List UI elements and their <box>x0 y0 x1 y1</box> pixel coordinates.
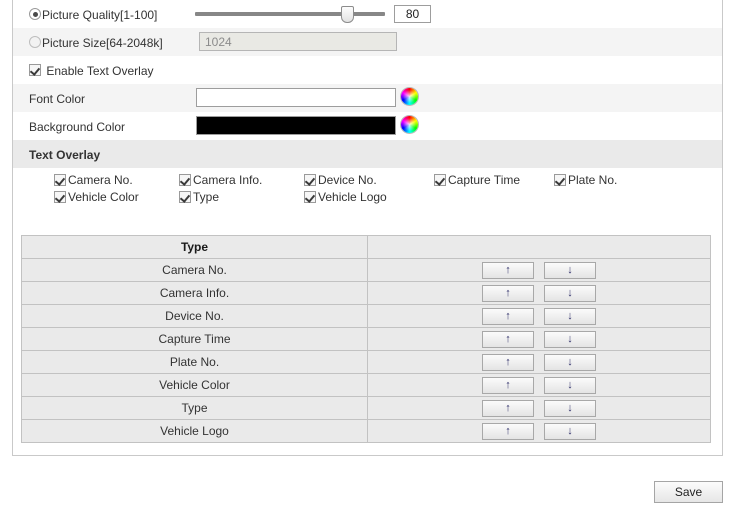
background-color-row: Background Color <box>13 112 722 140</box>
table-row: Capture Time ↑ ↓ <box>21 327 711 351</box>
move-up-button[interactable]: ↑ <box>482 353 534 371</box>
move-up-button[interactable]: ↑ <box>482 307 534 325</box>
slider-thumb[interactable] <box>341 6 354 23</box>
overlay-checkbox-item[interactable]: Vehicle Color <box>54 190 139 204</box>
table-cell-actions: ↑ ↓ <box>367 304 711 328</box>
save-button[interactable]: Save <box>654 481 723 503</box>
move-down-button[interactable]: ↓ <box>544 399 596 417</box>
table-header-type: Type <box>21 235 368 259</box>
table-cell-type: Plate No. <box>21 350 368 374</box>
background-color-label: Background Color <box>29 119 126 134</box>
table-cell-actions: ↑ ↓ <box>367 327 711 351</box>
picture-quality-value-input[interactable]: 80 <box>394 5 431 23</box>
picture-size-row: Picture Size[64-2048k] 1024 <box>13 28 722 56</box>
picture-overlay-settings-page: Picture Quality[1-100] 80 Picture Size[6… <box>0 0 736 507</box>
color-wheel-icon[interactable] <box>401 88 418 105</box>
table-row: Vehicle Color ↑ ↓ <box>21 373 711 397</box>
text-overlay-section-title: Text Overlay <box>29 147 101 162</box>
table-header-row: Type <box>21 235 711 259</box>
table-cell-actions: ↑ ↓ <box>367 396 711 420</box>
table-cell-type: Camera Info. <box>21 281 368 305</box>
overlay-checkbox-item[interactable]: Camera Info. <box>179 173 262 187</box>
move-down-button[interactable]: ↓ <box>544 284 596 302</box>
table-cell-type: Vehicle Color <box>21 373 368 397</box>
overlay-checkbox-label: Capture Time <box>448 173 521 187</box>
color-wheel-icon[interactable] <box>401 116 418 133</box>
move-up-button[interactable]: ↑ <box>482 399 534 417</box>
move-up-button[interactable]: ↑ <box>482 376 534 394</box>
table-cell-type: Camera No. <box>21 258 368 282</box>
move-down-button[interactable]: ↓ <box>544 261 596 279</box>
table-cell-actions: ↑ ↓ <box>367 373 711 397</box>
overlay-checkbox[interactable] <box>304 174 316 186</box>
text-overlay-section-header: Text Overlay <box>13 140 722 168</box>
table-row: Device No. ↑ ↓ <box>21 304 711 328</box>
enable-text-overlay-row: Enable Text Overlay <box>13 56 722 84</box>
picture-size-radio[interactable] <box>29 36 41 48</box>
overlay-checkbox[interactable] <box>434 174 446 186</box>
picture-quality-label: Picture Quality[1-100] <box>42 7 158 22</box>
overlay-checkbox[interactable] <box>54 174 66 186</box>
overlay-checkbox-item[interactable]: Vehicle Logo <box>304 190 387 204</box>
table-cell-actions: ↑ ↓ <box>367 258 711 282</box>
overlay-order-table: Type Camera No. ↑ ↓ Camera Info. ↑ ↓ Device No… <box>21 235 711 443</box>
move-up-button[interactable]: ↑ <box>482 330 534 348</box>
overlay-checkbox-item[interactable]: Camera No. <box>54 173 133 187</box>
overlay-items-checkbox-grid: Camera No. Camera Info. Device No. Capture … <box>13 168 722 214</box>
picture-size-label: Picture Size[64-2048k] <box>42 35 163 50</box>
font-color-label: Font Color <box>29 91 86 106</box>
overlay-checkbox-item[interactable]: Device No. <box>304 173 377 187</box>
enable-text-overlay-label: Enable Text Overlay <box>46 63 154 78</box>
move-up-button[interactable]: ↑ <box>482 422 534 440</box>
overlay-checkbox-item[interactable]: Plate No. <box>554 173 617 187</box>
background-color-swatch[interactable] <box>196 116 396 135</box>
overlay-checkbox[interactable] <box>179 174 191 186</box>
move-down-button[interactable]: ↓ <box>544 307 596 325</box>
overlay-checkbox-label: Camera Info. <box>193 173 263 187</box>
move-down-button[interactable]: ↓ <box>544 376 596 394</box>
picture-quality-radio[interactable] <box>29 8 41 20</box>
table-header-actions <box>367 235 711 259</box>
table-row: Vehicle Logo ↑ ↓ <box>21 419 711 443</box>
table-cell-type: Vehicle Logo <box>21 419 368 443</box>
picture-size-input[interactable]: 1024 <box>199 32 397 51</box>
picture-quality-row: Picture Quality[1-100] 80 <box>13 0 722 28</box>
table-row: Plate No. ↑ ↓ <box>21 350 711 374</box>
overlay-checkbox-item[interactable]: Capture Time <box>434 173 520 187</box>
move-up-button[interactable]: ↑ <box>482 261 534 279</box>
picture-quality-slider[interactable] <box>195 0 385 28</box>
font-color-row: Font Color <box>13 84 722 112</box>
slider-track <box>195 12 385 16</box>
table-cell-type: Type <box>21 396 368 420</box>
move-down-button[interactable]: ↓ <box>544 422 596 440</box>
overlay-checkbox-label: Camera No. <box>68 173 133 187</box>
table-row: Camera No. ↑ ↓ <box>21 258 711 282</box>
overlay-checkbox[interactable] <box>179 191 191 203</box>
overlay-checkbox-label: Device No. <box>318 173 377 187</box>
overlay-checkbox-label: Vehicle Logo <box>318 190 387 204</box>
enable-text-overlay-checkbox[interactable] <box>29 64 41 76</box>
table-row: Camera Info. ↑ ↓ <box>21 281 711 305</box>
move-up-button[interactable]: ↑ <box>482 284 534 302</box>
table-cell-type: Capture Time <box>21 327 368 351</box>
table-cell-type: Device No. <box>21 304 368 328</box>
overlay-checkbox-label: Plate No. <box>568 173 618 187</box>
overlay-checkbox-label: Type <box>193 190 220 204</box>
overlay-checkbox[interactable] <box>304 191 316 203</box>
font-color-swatch[interactable] <box>196 88 396 107</box>
table-cell-actions: ↑ ↓ <box>367 419 711 443</box>
overlay-checkbox[interactable] <box>54 191 66 203</box>
table-cell-actions: ↑ ↓ <box>367 281 711 305</box>
table-cell-actions: ↑ ↓ <box>367 350 711 374</box>
overlay-checkbox[interactable] <box>554 174 566 186</box>
overlay-checkbox-label: Vehicle Color <box>68 190 139 204</box>
overlay-checkbox-item[interactable]: Type <box>179 190 219 204</box>
move-down-button[interactable]: ↓ <box>544 330 596 348</box>
table-row: Type ↑ ↓ <box>21 396 711 420</box>
move-down-button[interactable]: ↓ <box>544 353 596 371</box>
